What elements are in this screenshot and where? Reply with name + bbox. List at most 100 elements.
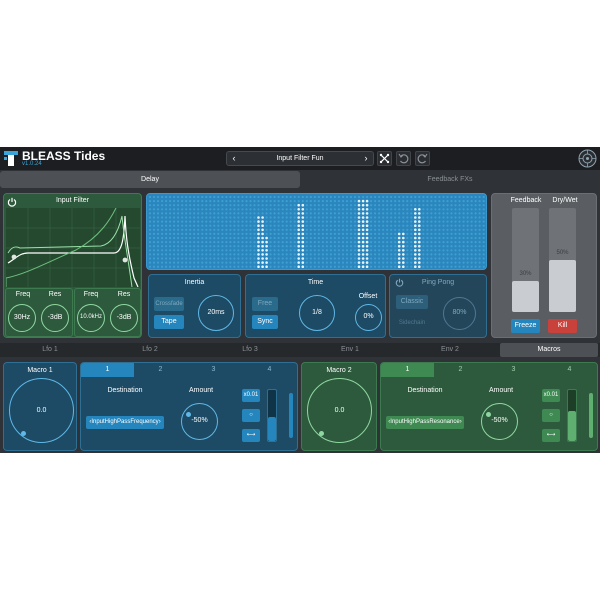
preset-name[interactable]: Input Filter Fun (241, 152, 359, 165)
viz-dot (221, 232, 224, 235)
macro-2-scrollbar[interactable] (589, 393, 593, 438)
macro-1-bipolar-button[interactable]: ○ (242, 409, 260, 422)
viz-dot (205, 241, 208, 244)
hp-res-knob[interactable]: -3dB (41, 304, 69, 332)
viz-dot (301, 265, 305, 268)
ping-pong-knob[interactable]: 80% (443, 297, 476, 330)
tab-env-2[interactable]: Env 2 (400, 343, 500, 357)
macro-2-scale-button[interactable]: x0.01 (542, 389, 560, 402)
classic-button[interactable]: Classic (396, 295, 428, 309)
macro-1-knob[interactable]: 0.0 (9, 378, 74, 443)
macro-1-slot-4[interactable]: 4 (240, 363, 299, 377)
viz-dot (165, 265, 168, 268)
viz-dot (454, 245, 457, 248)
viz-dot (370, 253, 373, 256)
kill-button[interactable]: Kill (548, 319, 577, 333)
viz-dot (277, 241, 280, 244)
redo-button[interactable] (415, 151, 430, 166)
viz-dot (177, 257, 180, 260)
viz-dot (434, 220, 437, 223)
viz-dot (305, 261, 308, 264)
macro-1-depth-slider[interactable] (267, 389, 277, 442)
macro-2-knob[interactable]: 0.0 (307, 378, 372, 443)
inertia-knob[interactable]: 20ms (198, 295, 234, 331)
macro-1-scrollbar[interactable] (289, 393, 293, 438)
macro-1-slot-2[interactable]: 2 (134, 363, 187, 377)
viz-dot (305, 228, 308, 231)
viz-dot (261, 228, 264, 232)
preset-next-button[interactable]: › (360, 152, 372, 165)
undo-button[interactable] (396, 151, 411, 166)
viz-dot (382, 220, 385, 223)
macro-2-destination-select[interactable]: ‹InputHighPassResonance› (386, 416, 464, 429)
tab-feedback-fxs[interactable]: Feedback FXs (300, 171, 600, 188)
viz-dot (148, 224, 152, 227)
viz-dot (446, 228, 449, 231)
tab-delay[interactable]: Delay (0, 171, 300, 188)
time-free-button[interactable]: Free (252, 297, 278, 311)
preset-selector[interactable]: ‹ Input Filter Fun › (226, 151, 374, 166)
viz-dot (397, 261, 401, 264)
macro-1-slot-3[interactable]: 3 (187, 363, 240, 377)
macro-2-slot-3[interactable]: 3 (487, 363, 540, 377)
viz-dot (446, 204, 449, 207)
time-sync-button[interactable]: Sync (252, 315, 278, 329)
macro-2-bipolar-button[interactable]: ○ (542, 409, 560, 422)
tab-lfo-1[interactable]: Lfo 1 (0, 343, 100, 357)
viz-dot (394, 208, 397, 211)
viz-dot (161, 236, 164, 240)
macro-2-amount-knob[interactable]: -50% (481, 403, 518, 440)
tab-lfo-3[interactable]: Lfo 3 (200, 343, 300, 357)
viz-dot (169, 241, 172, 244)
lp-freq-knob[interactable]: 10.0kHz (77, 304, 105, 332)
tab-macros[interactable]: Macros (500, 343, 598, 357)
viz-dot (289, 216, 292, 219)
macro-1-amount-knob[interactable]: -50% (181, 403, 218, 440)
preset-prev-button[interactable]: ‹ (228, 152, 240, 165)
macro-2-slot-4[interactable]: 4 (540, 363, 599, 377)
viz-dot (297, 220, 300, 223)
randomize-button[interactable] (377, 151, 392, 166)
viz-dot (382, 265, 385, 268)
viz-dot (156, 232, 160, 235)
macro-1-range-button[interactable]: ⟷ (242, 429, 260, 442)
sidechain-button[interactable]: Sidechain (396, 316, 428, 330)
viz-dot (341, 245, 345, 248)
crossfade-button[interactable]: Crossfade (154, 297, 184, 311)
viz-dot (305, 245, 308, 248)
macro-2-range-button[interactable]: ⟷ (542, 429, 560, 442)
time-knob[interactable]: 1/8 (299, 295, 335, 331)
settings-icon[interactable] (578, 149, 597, 168)
viz-dot (293, 257, 296, 260)
lp-res-knob[interactable]: -3dB (110, 304, 138, 332)
viz-dot (341, 241, 345, 244)
viz-dot (361, 220, 365, 223)
viz-dot (197, 195, 200, 199)
tab-env-1[interactable]: Env 1 (300, 343, 400, 357)
tab-lfo-2[interactable]: Lfo 2 (100, 343, 200, 357)
feedback-fader[interactable]: 30% (512, 208, 539, 312)
viz-dot (390, 253, 393, 256)
viz-dot (462, 220, 465, 223)
offset-knob[interactable]: 0% (355, 304, 382, 331)
filter-response-graph[interactable] (6, 208, 140, 287)
macro-2-slot-2[interactable]: 2 (434, 363, 487, 377)
macro-1-slot-1[interactable]: 1 (81, 363, 134, 377)
delay-visualizer[interactable] (146, 193, 487, 270)
macro-2-depth-slider[interactable] (567, 389, 577, 442)
dry-wet-fader[interactable]: 50% (549, 208, 576, 312)
viz-dot (301, 257, 305, 260)
viz-dot (233, 232, 236, 235)
macro-2-slot-1[interactable]: 1 (381, 363, 434, 377)
viz-dot (341, 216, 345, 219)
viz-dot (165, 195, 168, 199)
viz-dot (221, 224, 224, 227)
macro-1-destination-select[interactable]: ‹InputHighPassFrequency› (86, 416, 164, 429)
viz-dot (261, 236, 264, 240)
viz-dot (152, 204, 156, 207)
freeze-button[interactable]: Freeze (511, 319, 540, 333)
hp-freq-knob[interactable]: 30Hz (8, 304, 36, 332)
viz-dot (285, 208, 288, 211)
macro-1-scale-button[interactable]: x0.01 (242, 389, 260, 402)
tape-button[interactable]: Tape (154, 315, 184, 329)
